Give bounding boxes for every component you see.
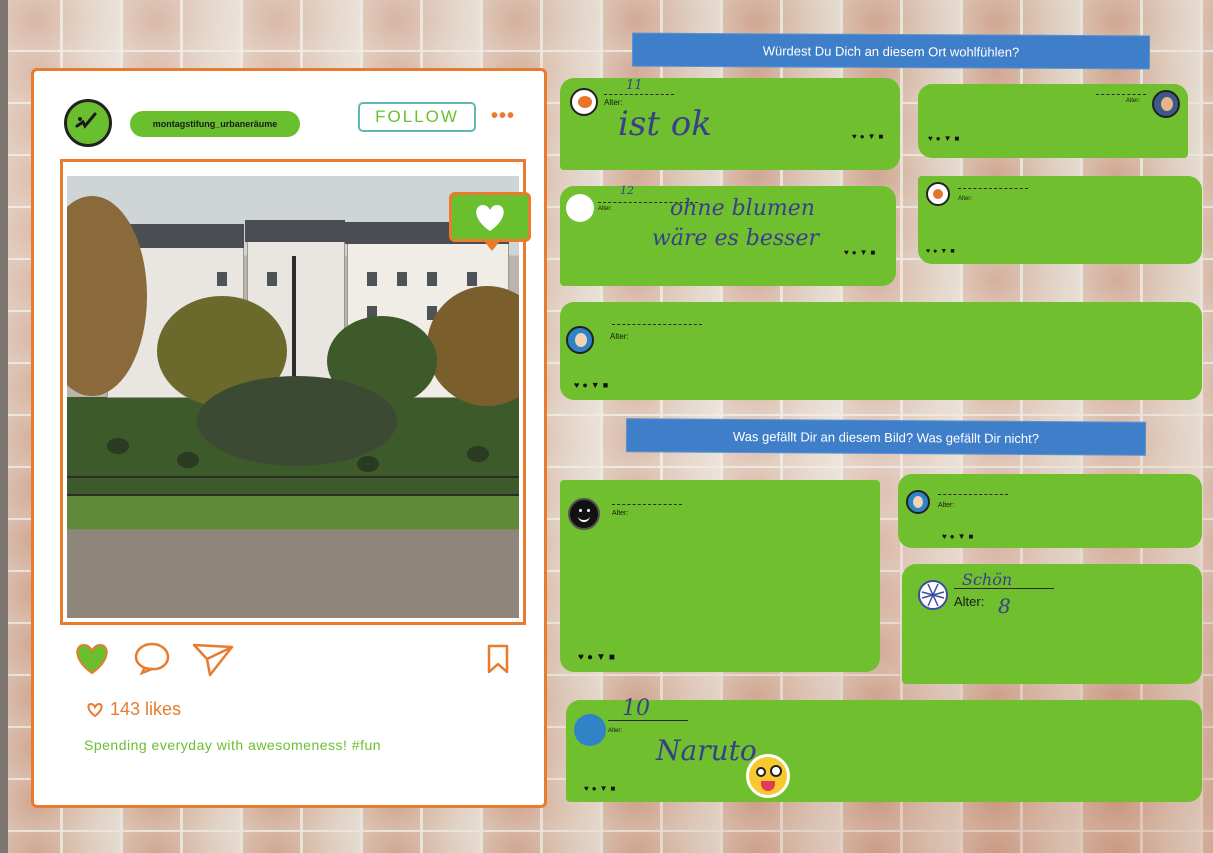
post-photo-frame <box>60 159 531 625</box>
post-card: montagstifung_urbaneräume FOLLOW ••• 143… <box>31 68 547 808</box>
crazy-face-emoji-icon <box>746 754 790 798</box>
blank-avatar-icon <box>566 194 594 222</box>
age-label: Alter: <box>1126 98 1141 104</box>
name-line <box>612 324 702 325</box>
share-icon[interactable] <box>192 643 234 677</box>
comment-bubble-3: 12 Alter: ohne blumen wäre es besser ♥●▼… <box>560 184 896 286</box>
comment-bubble-5: Alter: ♥●▼■ <box>560 302 1202 400</box>
smiley-avatar-icon <box>568 498 600 530</box>
window <box>267 272 277 286</box>
comment-bubble-9: 10 Alter: Naruto ♥●▼■ <box>566 696 1202 802</box>
like-notification-badge <box>449 192 531 251</box>
age-label: Alter: <box>954 594 985 609</box>
age-label: Alter: <box>610 332 629 341</box>
more-options-icon[interactable]: ••• <box>491 105 515 128</box>
shrub <box>467 446 489 462</box>
age-handwritten: 8 <box>998 594 1011 618</box>
comment-icon[interactable] <box>134 642 170 676</box>
bookmark-icon[interactable] <box>486 643 510 680</box>
like-heart-icon[interactable] <box>76 643 108 675</box>
reaction-icons: ♥●▼■ <box>584 784 619 793</box>
shrub <box>107 438 129 454</box>
boy-avatar-icon <box>566 326 594 354</box>
age-label: Alter: <box>608 728 623 734</box>
scan-edge <box>0 0 8 853</box>
profile-avatar[interactable] <box>64 99 112 147</box>
name-line <box>604 94 674 95</box>
blue-avatar-icon <box>574 714 606 746</box>
age-label: Alter: <box>958 196 973 202</box>
comment-text-line-2: wäre es besser <box>652 226 819 251</box>
action-bar <box>72 639 252 684</box>
bird-avatar-icon <box>570 88 598 116</box>
age-handwritten: 12 <box>620 184 634 197</box>
age-handwritten: 10 <box>622 696 650 721</box>
name-handwritten: Schön <box>962 570 1013 589</box>
name-line <box>958 188 1028 189</box>
comment-bubble-8: Schön Alter: 8 <box>902 564 1202 684</box>
comment-text: ist ok <box>618 104 712 144</box>
post-caption: Spending everyday with awesomeness! #fun <box>84 737 382 753</box>
username-tag[interactable]: montagstifung_urbaneräume <box>130 111 300 137</box>
age-handwritten: 11 <box>626 78 643 93</box>
reaction-icons: ♥●▼■ <box>844 248 879 257</box>
comment-bubble-2: Alter: ♥●▼■ <box>918 84 1188 158</box>
roof-middle <box>245 220 345 242</box>
shrub <box>177 452 199 468</box>
likes-text: 143 likes <box>110 699 182 719</box>
girl-avatar-icon <box>1152 90 1180 118</box>
heart-icon <box>476 205 504 231</box>
reaction-icons: ♥●▼■ <box>926 248 958 255</box>
comment-bubble-6: Alter: ♥●▼■ <box>560 480 880 672</box>
reaction-icons: ♥●▼■ <box>928 134 963 143</box>
fence <box>67 476 519 478</box>
name-line <box>612 504 682 505</box>
post-photo <box>67 176 519 618</box>
window <box>427 272 437 286</box>
window <box>217 272 227 286</box>
window <box>467 272 477 286</box>
boy-avatar-icon <box>906 490 930 514</box>
reaction-icons: ♥●▼■ <box>578 652 618 663</box>
name-line <box>938 494 1008 495</box>
shrub <box>357 456 379 472</box>
age-label: Alter: <box>612 510 629 517</box>
window <box>397 272 407 286</box>
reaction-icons: ♥●▼■ <box>574 380 612 390</box>
likes-count: 143 likes <box>86 699 181 720</box>
age-label: Alter: <box>598 206 613 212</box>
comment-bubble-1: 11 Alter: ist ok ♥●▼■ <box>560 78 900 170</box>
comment-bubble-4: Alter: ♥●▼■ <box>918 176 1202 264</box>
fence <box>67 494 519 496</box>
window <box>367 272 377 286</box>
heart-outline-icon <box>87 702 103 717</box>
center-bush <box>197 376 397 466</box>
comment-text-line-1: ohne blumen <box>670 196 815 221</box>
follow-button[interactable]: FOLLOW <box>358 102 476 132</box>
comment-bubble-7: Alter: ♥●▼■ <box>898 474 1202 548</box>
name-line <box>1096 94 1146 95</box>
age-label: Alter: <box>938 502 955 509</box>
question-banner-1: Würdest Du Dich an diesem Ort wohlfühlen… <box>631 32 1151 70</box>
bird-avatar-icon <box>926 182 950 206</box>
reaction-icons: ♥●▼■ <box>852 132 887 141</box>
comment-text: Naruto <box>656 734 757 767</box>
question-banner-2: Was gefällt Dir an diesem Bild? Was gefä… <box>625 418 1147 456</box>
globe-avatar-icon <box>918 580 948 610</box>
reaction-icons: ♥●▼■ <box>942 532 977 541</box>
